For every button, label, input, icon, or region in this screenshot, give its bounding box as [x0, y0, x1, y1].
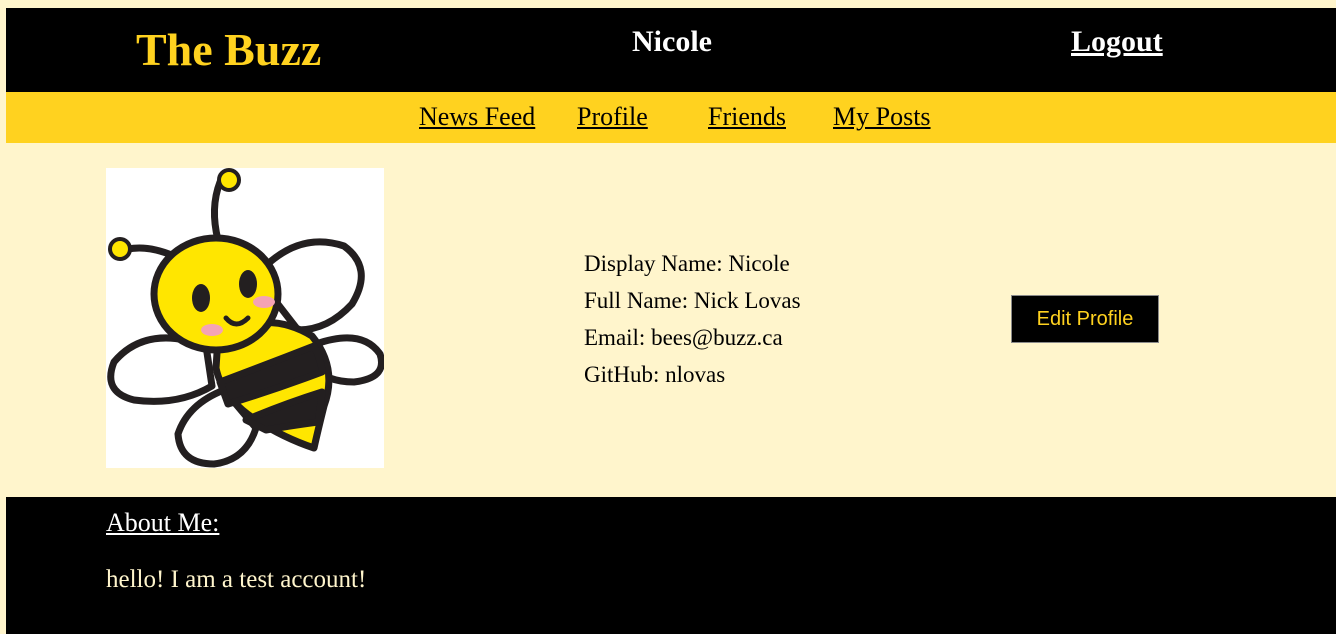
about-section: About Me: hello! I am a test account!: [6, 497, 1336, 634]
nav-friends[interactable]: Friends: [708, 101, 786, 133]
edit-profile-button[interactable]: Edit Profile: [1011, 295, 1159, 343]
full-name-field: Full Name: Nick Lovas: [584, 288, 801, 313]
header-bar: The Buzz Nicole Logout: [6, 8, 1336, 92]
nav-profile[interactable]: Profile: [577, 101, 648, 133]
site-title: The Buzz: [136, 24, 322, 75]
about-heading: About Me:: [106, 508, 220, 537]
nav-my-posts[interactable]: My Posts: [833, 101, 931, 133]
profile-avatar: [106, 168, 385, 468]
bee-mascot-icon: [107, 168, 385, 468]
profile-info: Display Name: Nicole Full Name: Nick Lov…: [584, 248, 801, 396]
email-field: Email: bees@buzz.ca: [584, 325, 783, 350]
nav-news-feed[interactable]: News Feed: [419, 101, 535, 133]
nav-bar: News Feed Profile Friends My Posts: [6, 92, 1336, 143]
logout-link[interactable]: Logout: [1071, 22, 1163, 62]
github-field: GitHub: nlovas: [584, 362, 726, 387]
about-text: hello! I am a test account!: [106, 566, 367, 593]
display-name-field: Display Name: Nicole: [584, 251, 790, 276]
current-user-name: Nicole: [632, 25, 712, 58]
page-frame: The Buzz Nicole Logout News Feed Profile…: [6, 8, 1336, 634]
